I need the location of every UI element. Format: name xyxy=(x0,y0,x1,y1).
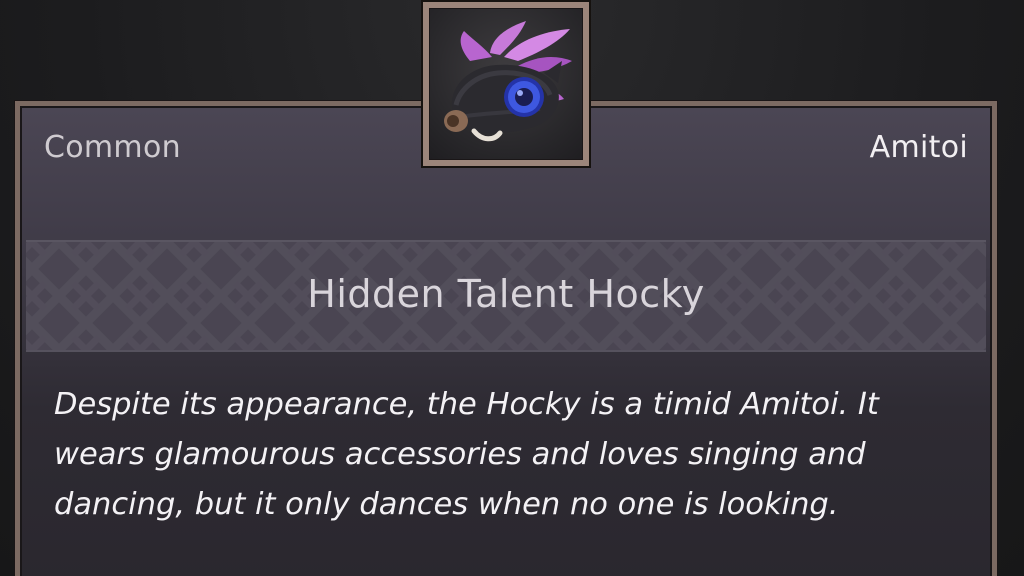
item-icon-slot xyxy=(429,8,583,160)
hocky-amitoi-icon xyxy=(444,21,572,142)
rarity-label: Common xyxy=(44,130,181,165)
category-label: Amitoi xyxy=(869,130,968,165)
item-card: Common Amitoi Hidden Talent Hocky Despit… xyxy=(20,106,992,576)
item-tooltip: Common Amitoi Hidden Talent Hocky Despit… xyxy=(0,0,1024,576)
item-icon-frame xyxy=(421,0,591,168)
item-description: Despite its appearance, the Hocky is a t… xyxy=(54,387,879,522)
title-band: Hidden Talent Hocky xyxy=(26,240,986,352)
item-name: Hidden Talent Hocky xyxy=(307,272,705,316)
